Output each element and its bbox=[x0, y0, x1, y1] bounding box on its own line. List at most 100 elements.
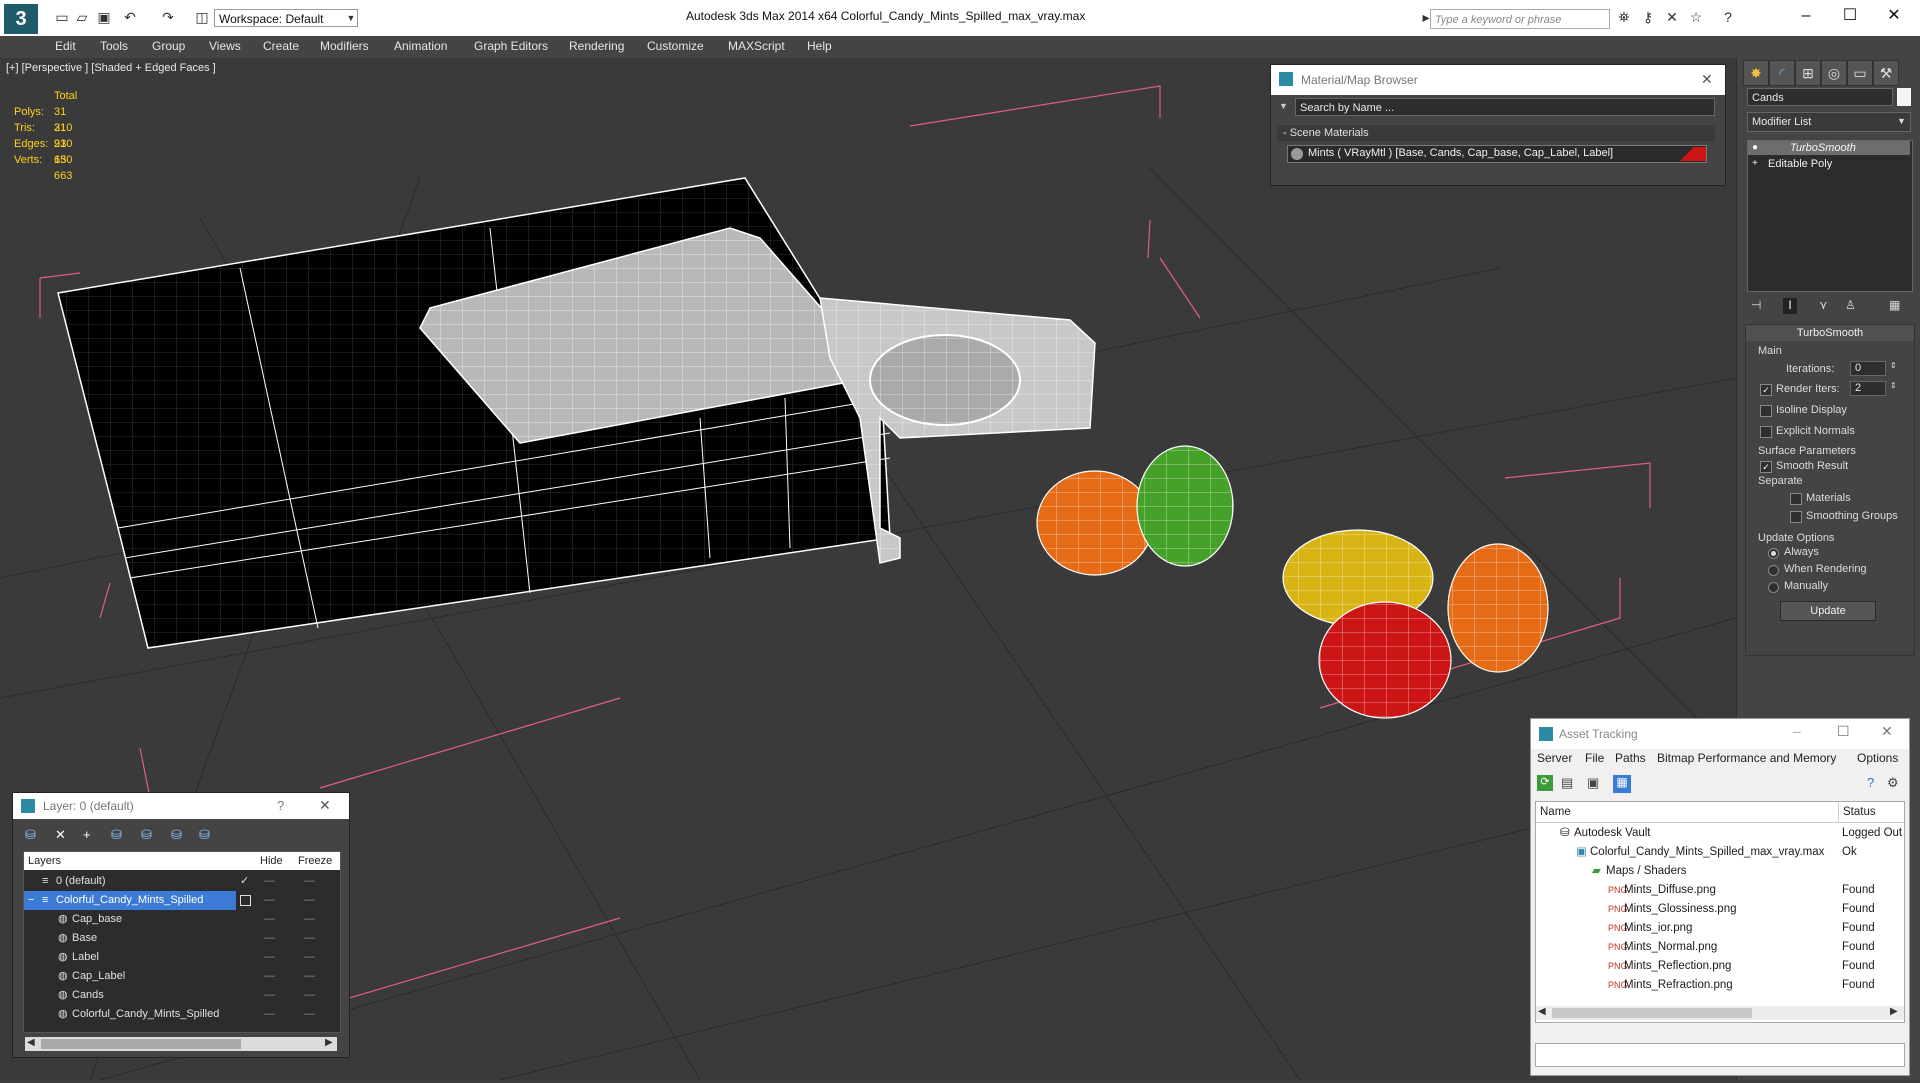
hide-toggle[interactable]: — bbox=[264, 967, 275, 986]
menu-tools[interactable]: Tools bbox=[100, 39, 128, 53]
scroll-left-icon[interactable]: ◀ bbox=[1538, 1006, 1546, 1017]
create-tab-icon[interactable]: ✸ bbox=[1743, 60, 1769, 86]
freeze-toggle[interactable]: — bbox=[304, 986, 315, 1005]
hide-toggle[interactable]: — bbox=[264, 1005, 275, 1024]
menu-edit[interactable]: Edit bbox=[55, 39, 76, 53]
layer-object-row[interactable]: ◍ Base — — bbox=[24, 929, 340, 948]
workspace-dropdown[interactable]: Workspace: Default bbox=[214, 9, 358, 27]
binoculars-icon[interactable]: ⛯ bbox=[1616, 9, 1632, 25]
spinner-arrows-icon[interactable]: ⇕ bbox=[1890, 381, 1897, 390]
close-icon[interactable]: ✕ bbox=[1701, 71, 1713, 88]
modify-tab-icon[interactable]: ◜ bbox=[1769, 60, 1795, 86]
search-arrow-icon[interactable]: ▸ bbox=[1418, 9, 1434, 25]
asset-row[interactable]: PNG Mints_Glossiness.png Found bbox=[1536, 900, 1904, 919]
table-view-icon[interactable]: ▦ bbox=[1613, 775, 1631, 793]
asset-row[interactable]: ▣ Colorful_Candy_Mints_Spilled_max_vray.… bbox=[1536, 843, 1904, 862]
close-icon[interactable]: ✕ bbox=[319, 797, 331, 814]
freeze-toggle[interactable]: — bbox=[304, 910, 315, 929]
favorites-star-icon[interactable]: ☆ bbox=[1688, 9, 1704, 25]
menu-paths[interactable]: Paths bbox=[1615, 751, 1646, 765]
menu-help[interactable]: Help bbox=[807, 39, 832, 53]
menu-bitmap-performance[interactable]: Bitmap Performance and Memory bbox=[1657, 751, 1836, 765]
menu-views[interactable]: Views bbox=[209, 39, 241, 53]
separate-smoothing-groups-checkbox[interactable] bbox=[1790, 511, 1802, 523]
chevron-down-icon[interactable]: ▼ bbox=[344, 9, 358, 27]
exchange-icon[interactable]: ✕ bbox=[1664, 9, 1680, 25]
hide-toggle[interactable]: — bbox=[264, 891, 275, 910]
layer-manager-titlebar[interactable]: Layer: 0 (default) ? ✕ bbox=[13, 793, 349, 819]
column-hide[interactable]: Hide bbox=[260, 852, 283, 870]
light-bulb-icon[interactable]: ● bbox=[1752, 141, 1758, 155]
settings-icon[interactable]: ⚙ bbox=[1887, 775, 1899, 791]
collapse-icon[interactable]: − bbox=[28, 891, 34, 910]
thumbnail-view-icon[interactable]: ▣ bbox=[1587, 775, 1599, 791]
stack-item-turbosmooth[interactable]: ● TurboSmooth bbox=[1748, 141, 1910, 155]
select-objects-icon[interactable]: ⛁ bbox=[111, 827, 122, 843]
menu-customize[interactable]: Customize bbox=[647, 39, 704, 53]
create-layer-icon[interactable]: ⛁ bbox=[25, 827, 36, 843]
show-end-result-icon[interactable]: I bbox=[1783, 298, 1797, 314]
asset-path-field[interactable] bbox=[1535, 1043, 1905, 1067]
freeze-all-icon[interactable]: ⛁ bbox=[199, 827, 210, 843]
freeze-toggle[interactable]: — bbox=[304, 948, 315, 967]
key-icon[interactable]: ⚷ bbox=[1640, 9, 1656, 25]
asset-tracking-titlebar[interactable]: Asset Tracking – ☐ ✕ bbox=[1531, 719, 1909, 749]
motion-tab-icon[interactable]: ◎ bbox=[1821, 60, 1847, 86]
material-search-input[interactable]: Search by Name ... bbox=[1295, 98, 1715, 116]
column-freeze[interactable]: Freeze bbox=[298, 852, 332, 870]
redo-icon[interactable]: ↷ bbox=[160, 9, 176, 25]
menu-animation[interactable]: Animation bbox=[394, 39, 447, 53]
manually-radio[interactable] bbox=[1768, 582, 1779, 593]
pin-stack-icon[interactable]: ⊣ bbox=[1751, 298, 1761, 312]
asset-row[interactable]: PNG Mints_Normal.png Found bbox=[1536, 938, 1904, 957]
configure-modifier-sets-icon[interactable]: ▦ bbox=[1889, 298, 1900, 312]
add-to-layer-icon[interactable]: + bbox=[83, 827, 91, 842]
smooth-result-checkbox[interactable]: ✓ bbox=[1760, 461, 1772, 473]
isoline-display-checkbox[interactable] bbox=[1760, 405, 1772, 417]
layer-object-row[interactable]: ◍ Label — — bbox=[24, 948, 340, 967]
display-tab-icon[interactable]: ▭ bbox=[1847, 60, 1873, 86]
layer-object-row[interactable]: ◍ Colorful_Candy_Mints_Spilled — — bbox=[24, 1005, 340, 1024]
chevron-down-icon[interactable]: ▼ bbox=[1897, 116, 1906, 126]
freeze-toggle[interactable]: — bbox=[304, 1005, 315, 1024]
scroll-left-icon[interactable]: ◀ bbox=[27, 1037, 35, 1048]
scroll-right-icon[interactable]: ▶ bbox=[325, 1037, 333, 1048]
help-icon[interactable]: ? bbox=[1867, 775, 1874, 790]
utilities-tab-icon[interactable]: ⚒ bbox=[1873, 60, 1899, 86]
asset-row[interactable]: PNG Mints_Refraction.png Found bbox=[1536, 976, 1904, 995]
menu-graph-editors[interactable]: Graph Editors bbox=[474, 39, 548, 53]
freeze-toggle[interactable]: — bbox=[304, 872, 315, 891]
asset-row[interactable]: ⛁ Autodesk Vault Logged Out bbox=[1536, 824, 1904, 843]
menu-file[interactable]: File bbox=[1585, 751, 1604, 765]
asset-horizontal-scrollbar[interactable]: ◀ ▶ bbox=[1536, 1006, 1904, 1020]
remove-modifier-icon[interactable]: ♙ bbox=[1845, 298, 1856, 312]
hide-toggle[interactable]: — bbox=[264, 986, 275, 1005]
column-name[interactable]: Name bbox=[1540, 802, 1571, 822]
hierarchy-tab-icon[interactable]: ⊞ bbox=[1795, 60, 1821, 86]
asset-row[interactable]: PNG Mints_Reflection.png Found bbox=[1536, 957, 1904, 976]
menu-group[interactable]: Group bbox=[152, 39, 185, 53]
search-menu-icon[interactable]: ▼ bbox=[1279, 101, 1288, 111]
asset-row[interactable]: ▰ Maps / Shaders bbox=[1536, 862, 1904, 881]
render-iters-checkbox[interactable]: ✓ bbox=[1760, 384, 1772, 396]
material-browser-titlebar[interactable]: Material/Map Browser ✕ bbox=[1271, 65, 1725, 95]
menu-options[interactable]: Options bbox=[1857, 751, 1898, 765]
menu-rendering[interactable]: Rendering bbox=[569, 39, 624, 53]
rollout-header[interactable]: TurboSmooth bbox=[1746, 325, 1914, 341]
layer-object-row[interactable]: ◍ Cands — — bbox=[24, 986, 340, 1005]
make-unique-icon[interactable]: ⋎ bbox=[1819, 298, 1828, 312]
explicit-normals-checkbox[interactable] bbox=[1760, 426, 1772, 438]
freeze-toggle[interactable]: — bbox=[304, 967, 315, 986]
menu-maxscript[interactable]: MAXScript bbox=[728, 39, 785, 53]
hide-toggle[interactable]: — bbox=[264, 948, 275, 967]
help-icon[interactable]: ? bbox=[277, 798, 284, 813]
when-rendering-radio[interactable] bbox=[1768, 565, 1779, 576]
scrollbar-thumb[interactable] bbox=[1552, 1008, 1752, 1018]
freeze-toggle[interactable]: — bbox=[304, 891, 315, 910]
always-radio[interactable] bbox=[1768, 548, 1779, 559]
modifier-stack[interactable]: ● TurboSmooth + Editable Poly bbox=[1747, 140, 1913, 292]
spinner-arrows-icon[interactable]: ⇕ bbox=[1890, 361, 1897, 370]
close-button[interactable]: ✕ bbox=[1874, 4, 1914, 28]
layer-object-row[interactable]: ◍ Cap_base — — bbox=[24, 910, 340, 929]
iterations-spinner[interactable]: 0 bbox=[1850, 361, 1886, 376]
